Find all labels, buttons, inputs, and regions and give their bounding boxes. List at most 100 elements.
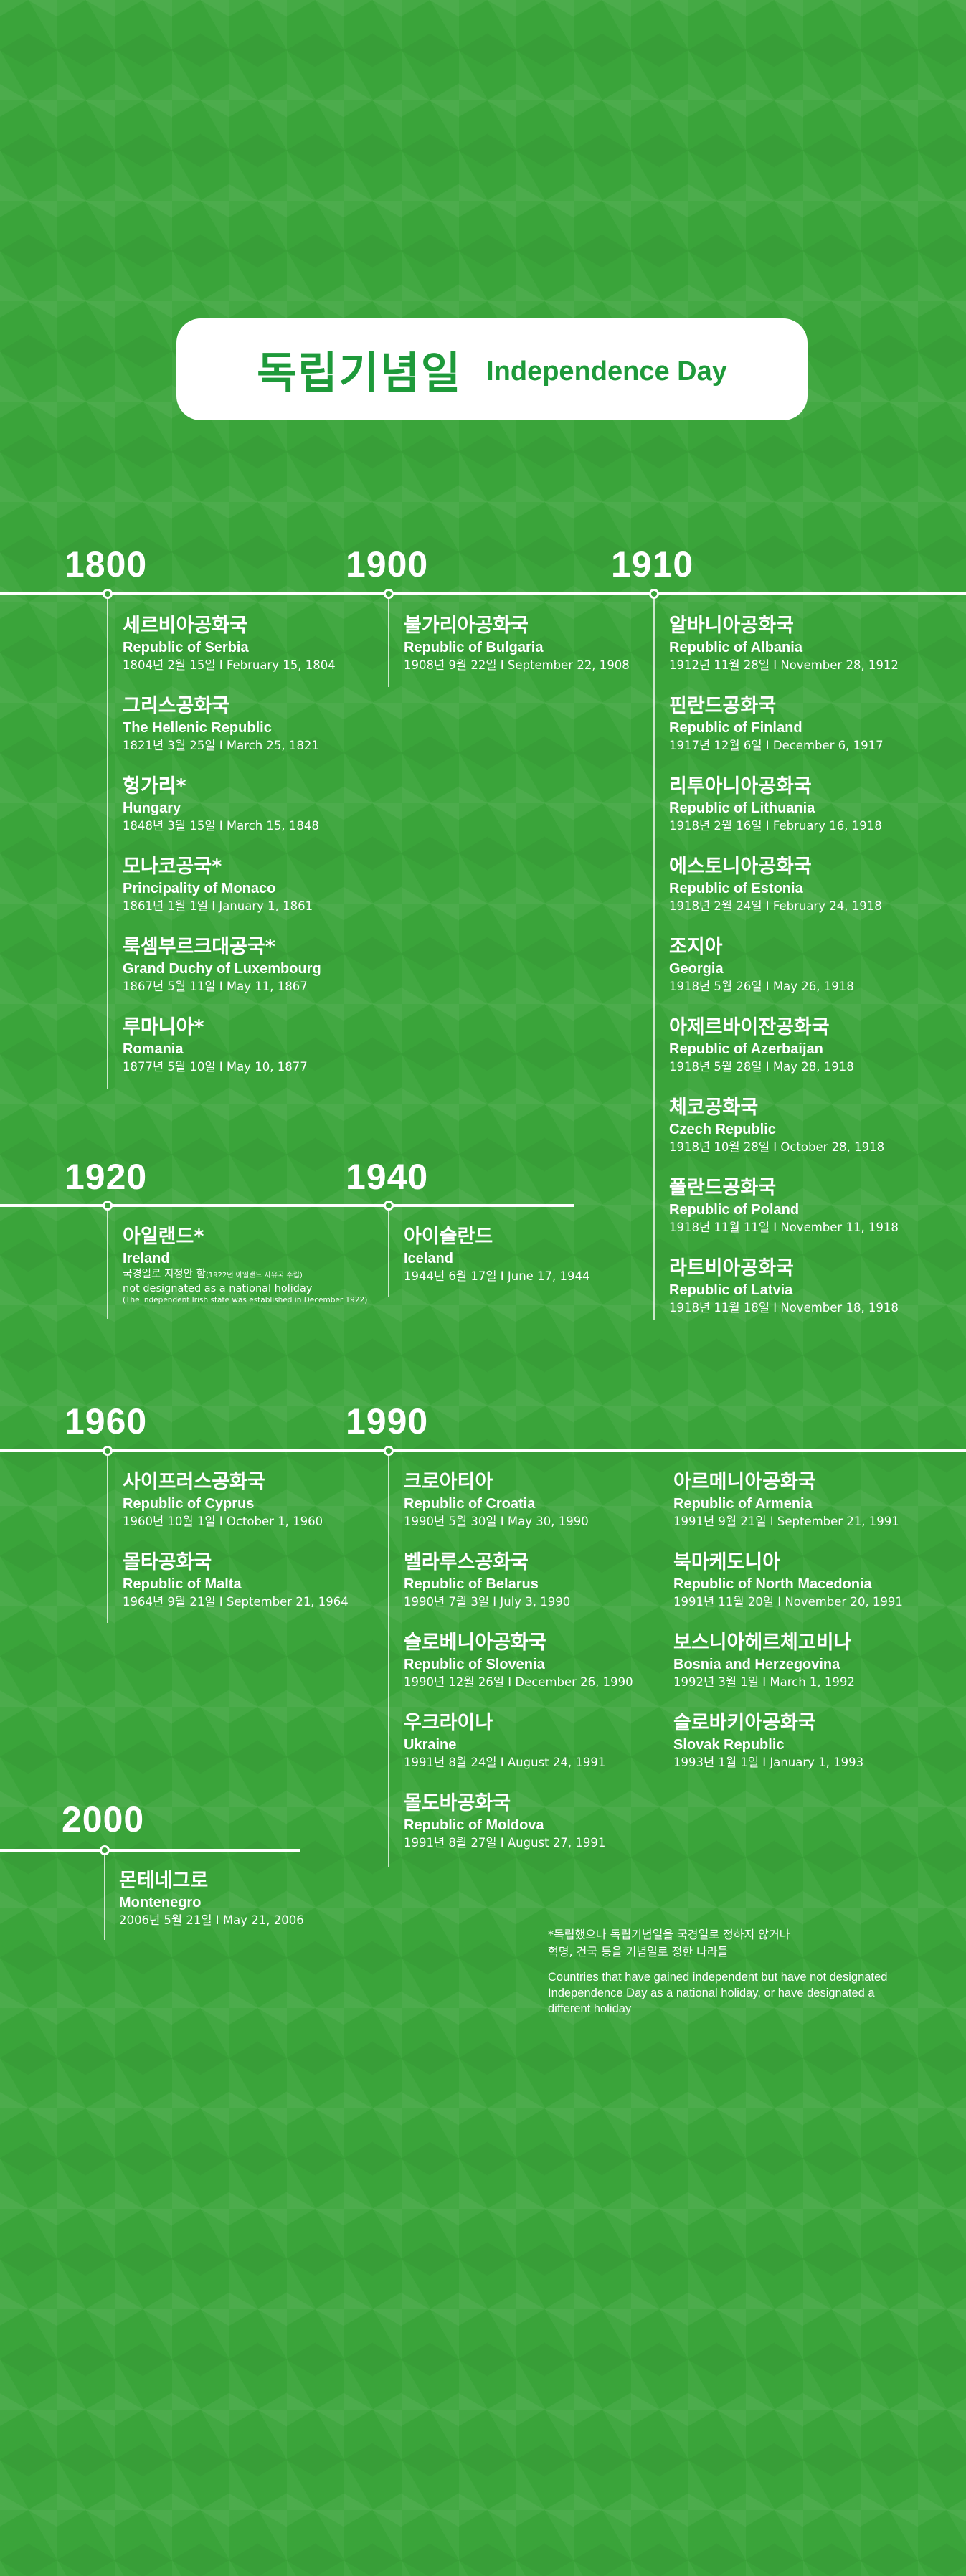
country-name-ko: 아제르바이잔공화국 (669, 1016, 830, 1038)
entry-estonia: 에스토니아공화국 Republic of Estonia 1918년 2월 24… (669, 855, 913, 915)
independence-date: 1821년 3월 25일 I March 25, 1821 (123, 739, 319, 752)
timeline-stem-1900 (388, 594, 389, 687)
country-name-en: Republic of Azerbaijan (669, 1041, 823, 1057)
country-name-ko: 핀란드공화국 (669, 695, 777, 717)
title-korean: 독립기념일 (257, 348, 463, 399)
entry-serbia: 세르비아공화국 Republic of Serbia 1804년 2월 15일 … (123, 614, 366, 674)
entry-romania: 루마니아* Romania 1877년 5월 10일 I May 10, 187… (123, 1015, 366, 1076)
entry-cyprus: 사이프러스공화국 Republic of Cyprus 1960년 10월 1일… (123, 1470, 366, 1530)
entry-azerbaijan: 아제르바이잔공화국 Republic of Azerbaijan 1918년 5… (669, 1015, 913, 1076)
entry-iceland: 아이슬란드 Iceland 1944년 6월 17일 I June 17, 19… (404, 1225, 648, 1285)
timeline-dot-1940 (384, 1201, 394, 1211)
entry-armenia: 아르메니아공화국 Republic of Armenia 1991년 9월 21… (673, 1470, 917, 1530)
country-name-en: Republic of Cyprus (123, 1496, 255, 1512)
independence-date: 1918년 2월 16일 I February 16, 1918 (669, 819, 882, 833)
country-name-ko: 에스토니아공화국 (669, 856, 812, 878)
timeline-stem-1910 (653, 594, 655, 1320)
timeline-stem-1990 (388, 1451, 389, 1867)
country-name-en: Romania (123, 1041, 184, 1057)
independence-date: 1918년 5월 26일 I May 26, 1918 (669, 980, 854, 993)
timeline-dot-2000 (100, 1845, 110, 1855)
country-name-ko: 사이프러스공화국 (123, 1471, 265, 1493)
footnote-english: Countries that have gained independent b… (548, 1971, 888, 2015)
independence-date: 1991년 8월 27일 I August 27, 1991 (404, 1836, 606, 1850)
country-name-ko: 리투아니아공화국 (669, 775, 812, 797)
entry-belarus: 벨라루스공화국 Republic of Belarus 1990년 7월 3일 … (404, 1550, 648, 1611)
country-name-en: Republic of Finland (669, 720, 802, 736)
independence-date: 1960년 10월 1일 I October 1, 1960 (123, 1515, 323, 1528)
country-name-en: Republic of Bulgaria (404, 640, 544, 655)
title-english: Independence Day (486, 356, 727, 387)
independence-date: 1908년 9월 22일 I September 22, 1908 (404, 658, 630, 672)
country-name-en: Republic of Latvia (669, 1282, 793, 1298)
country-name-en: Montenegro (119, 1895, 202, 1910)
independence-date: 1867년 5월 11일 I May 11, 1867 (123, 980, 308, 993)
country-name-ko: 모나코공국* (123, 856, 222, 878)
entry-montenegro: 몬테네그로 Montenegro 2006년 5월 21일 I May 21, … (119, 1869, 363, 1929)
independence-date: 1944년 6월 17일 I June 17, 1944 (404, 1269, 590, 1283)
country-name-en: Bosnia and Herzegovina (673, 1657, 840, 1672)
country-name-ko: 라트비아공화국 (669, 1257, 794, 1279)
holiday-note-en: not designated as a national holiday (123, 1283, 313, 1294)
country-name-ko: 슬로베니아공화국 (404, 1632, 546, 1654)
independence-date: 1990년 5월 30일 I May 30, 1990 (404, 1515, 589, 1528)
country-name-ko: 불가리아공화국 (404, 615, 529, 637)
country-name-ko: 세르비아공화국 (123, 615, 247, 637)
title-banner: 독립기념일 Independence Day (176, 318, 808, 420)
entry-lithuania: 리투아니아공화국 Republic of Lithuania 1918년 2월 … (669, 775, 913, 835)
independence-date: 1848년 3월 15일 I March 15, 1848 (123, 819, 319, 833)
year-label-2000: 2000 (62, 1799, 145, 1839)
independence-date: 1990년 12월 26일 I December 26, 1990 (404, 1675, 633, 1689)
country-name-ko: 몰타공화국 (123, 1551, 212, 1573)
entry-slovenia: 슬로베니아공화국 Republic of Slovenia 1990년 12월 … (404, 1631, 648, 1691)
entry-monaco: 모나코공국* Principality of Monaco 1861년 1월 1… (123, 855, 366, 915)
independence-date: 1990년 7월 3일 I July 3, 1990 (404, 1595, 571, 1609)
country-name-en: Principality of Monaco (123, 881, 276, 896)
country-name-en: Hungary (123, 800, 181, 816)
timeline-dot-1960 (103, 1446, 113, 1456)
footnote: *독립했으나 독립기념일을 국경일로 정하지 않거나 혁명, 건국 등을 기념일… (548, 1926, 906, 2017)
entry-bosnia: 보스니아헤르체고비나 Bosnia and Herzegovina 1992년 … (673, 1631, 917, 1691)
country-name-ko: 그리스공화국 (123, 695, 230, 717)
country-name-en: Ireland (123, 1251, 170, 1266)
holiday-note-ko-detail: (1922년 아일랜드 자유국 수립) (205, 1272, 303, 1279)
country-name-ko: 헝가리* (123, 775, 186, 797)
country-name-ko: 슬로바키아공화국 (673, 1712, 816, 1734)
country-name-ko: 폴란드공화국 (669, 1177, 777, 1199)
holiday-note-ko-text: 국경일로 지정안 함 (123, 1269, 206, 1280)
independence-date: 1964년 9월 21일 I September 21, 1964 (123, 1595, 349, 1609)
country-name-en: Ukraine (404, 1737, 457, 1753)
independence-date: 1918년 5월 28일 I May 28, 1918 (669, 1060, 854, 1074)
country-name-en: Republic of Croatia (404, 1496, 536, 1512)
independence-date: 1991년 8월 24일 I August 24, 1991 (404, 1756, 606, 1769)
entry-ukraine: 우크라이나 Ukraine 1991년 8월 24일 I August 24, … (404, 1711, 648, 1771)
country-name-ko: 크로아티아 (404, 1471, 493, 1493)
country-name-en: Republic of Belarus (404, 1576, 539, 1592)
country-name-ko: 보스니아헤르체고비나 (673, 1632, 852, 1654)
country-name-ko: 북마케도니아 (673, 1551, 781, 1573)
country-name-ko: 조지아 (669, 936, 723, 958)
independence-date: 1993년 1월 1일 I January 1, 1993 (673, 1756, 864, 1769)
entry-north-macedonia: 북마케도니아 Republic of North Macedonia 1991년… (673, 1550, 917, 1611)
country-name-en: Czech Republic (669, 1122, 776, 1137)
timeline-stem-1800 (107, 594, 108, 1089)
country-name-en: Republic of Poland (669, 1202, 800, 1218)
country-name-en: Republic of Albania (669, 640, 802, 655)
country-name-ko: 아일랜드* (123, 1226, 204, 1248)
entry-finland: 핀란드공화국 Republic of Finland 1917년 12월 6일 … (669, 694, 913, 754)
year-label-1900: 1900 (346, 544, 429, 584)
year-label-1920: 1920 (65, 1157, 148, 1197)
timeline-stem-2000 (104, 1850, 105, 1940)
entry-latvia: 라트비아공화국 Republic of Latvia 1918년 11월 18일… (669, 1256, 913, 1317)
country-name-ko: 룩셈부르크대공국* (123, 936, 275, 958)
timeline-dot-1920 (103, 1201, 113, 1211)
independence-date: 1992년 3월 1일 I March 1, 1992 (673, 1675, 855, 1689)
country-name-ko: 알바니아공화국 (669, 615, 794, 637)
country-name-ko: 아르메니아공화국 (673, 1471, 816, 1493)
year-label-1910: 1910 (611, 544, 694, 584)
timeline-dot-1800 (103, 589, 113, 599)
timeline-stem-1920 (107, 1206, 108, 1319)
entry-czech: 체코공화국 Czech Republic 1918년 10월 28일 I Oct… (669, 1096, 913, 1156)
entry-poland: 폴란드공화국 Republic of Poland 1918년 11월 11일 … (669, 1176, 913, 1236)
country-name-ko: 몬테네그로 (119, 1870, 209, 1892)
